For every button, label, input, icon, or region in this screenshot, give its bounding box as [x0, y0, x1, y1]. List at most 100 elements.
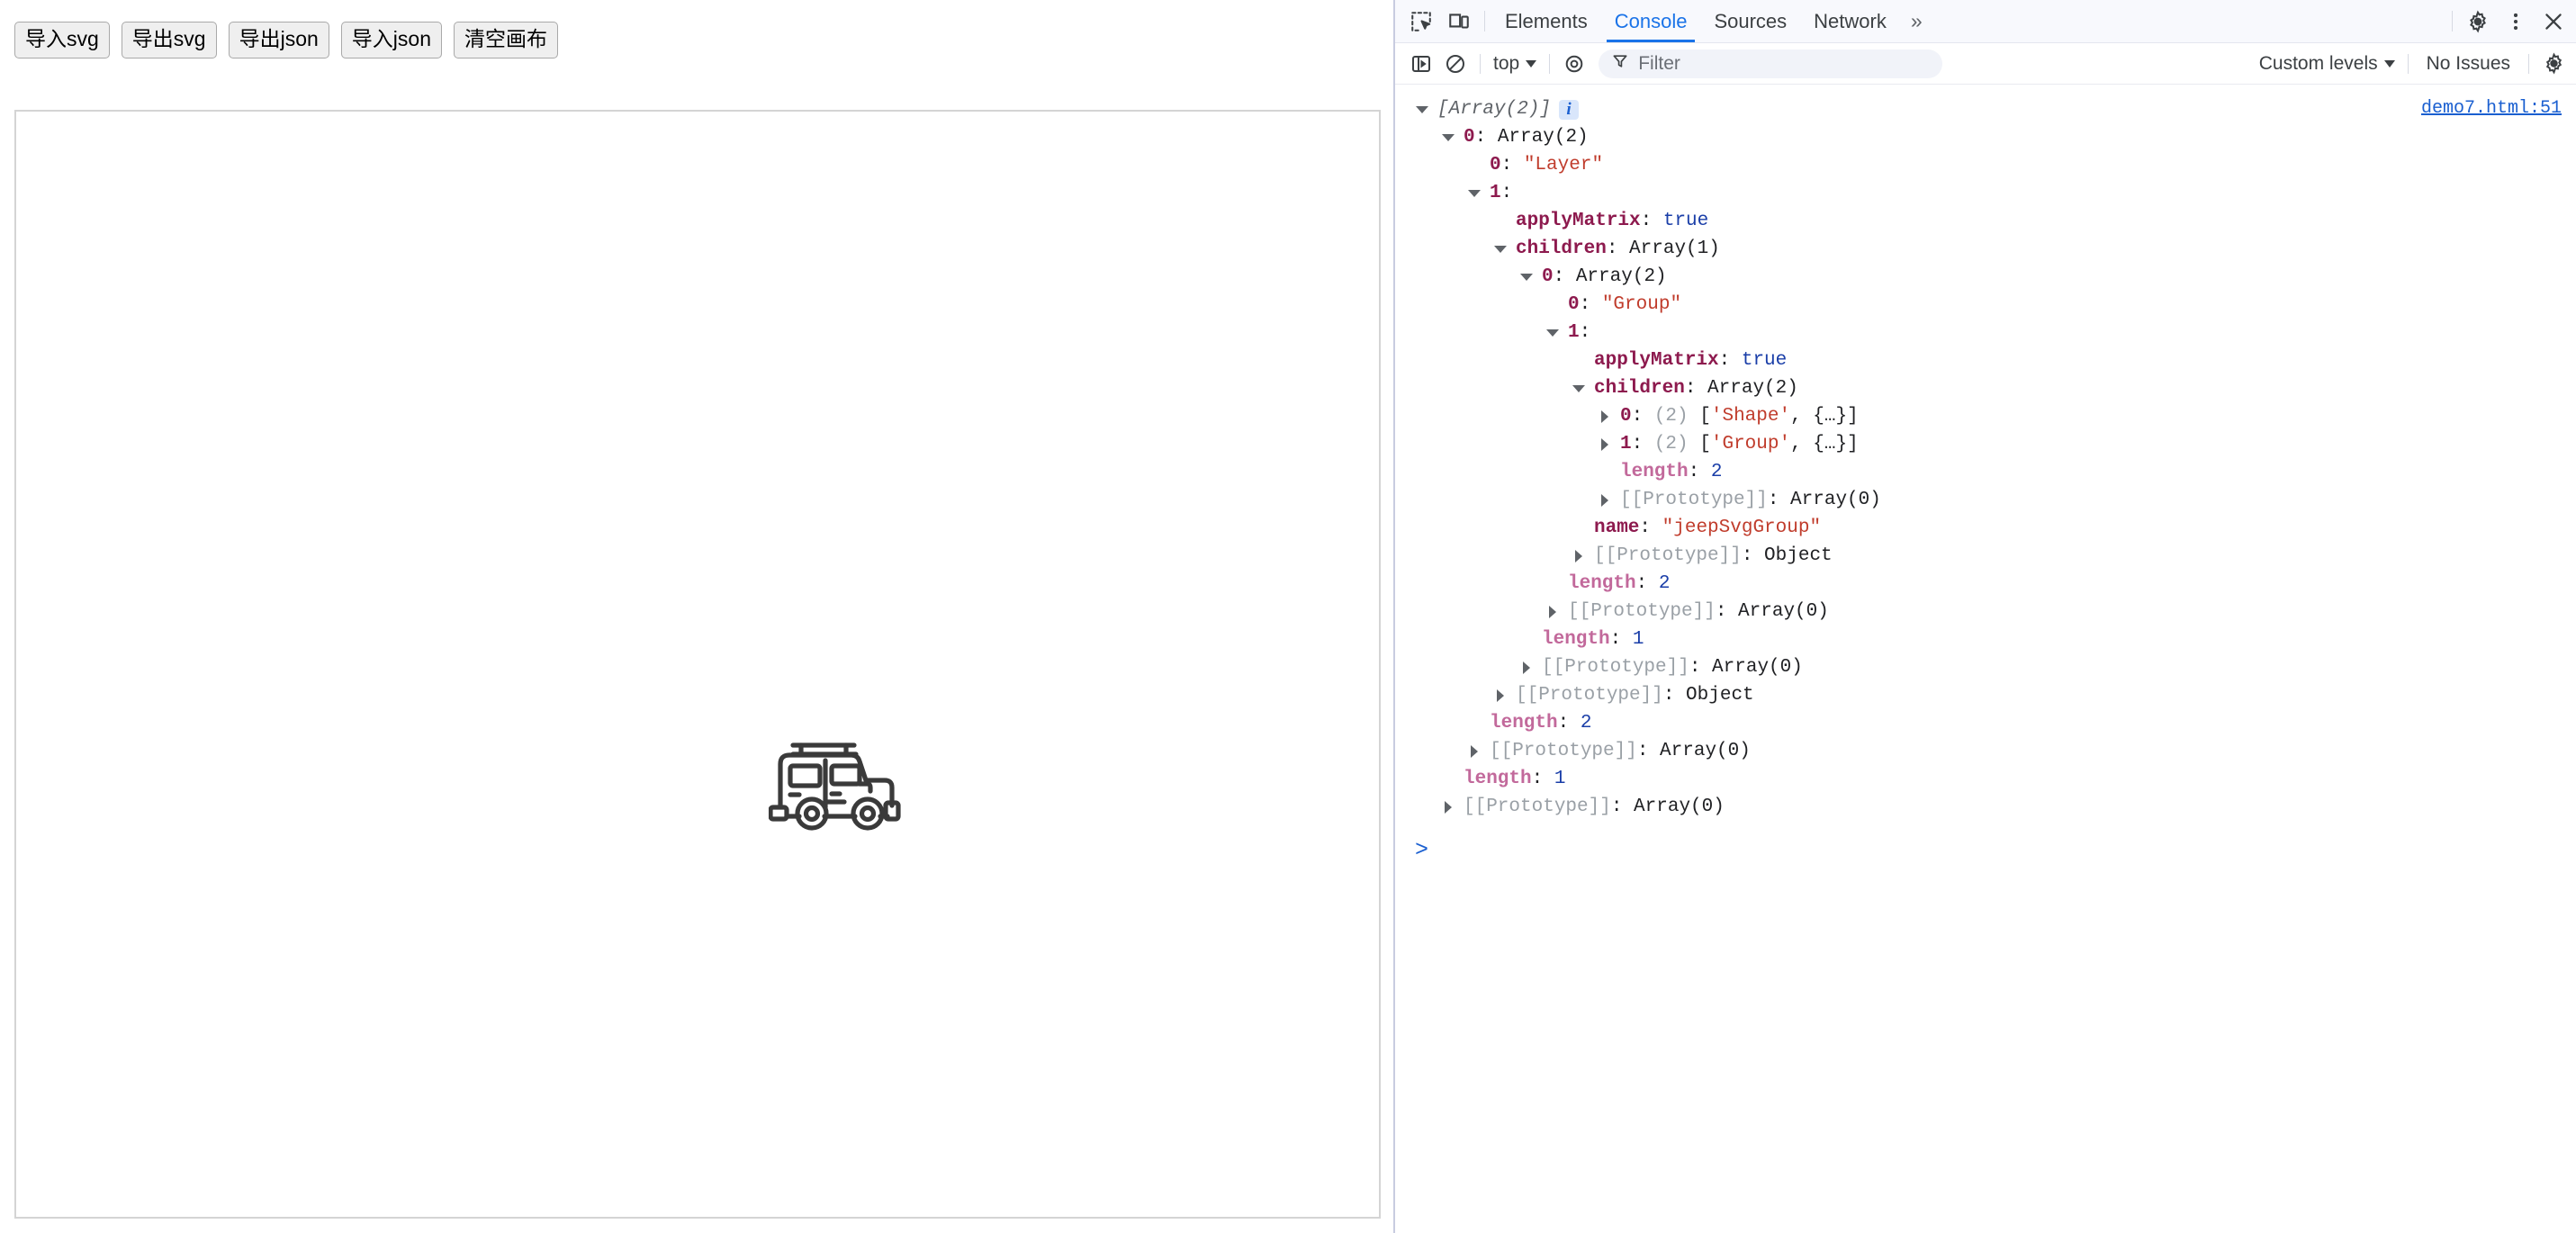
drawing-canvas[interactable] — [14, 110, 1381, 1219]
tab-console[interactable]: Console — [1601, 0, 1701, 42]
execution-context-selector[interactable]: top — [1488, 53, 1542, 75]
triangle-right-icon[interactable] — [1493, 681, 1509, 709]
console-tree-row[interactable]: 1: (2) ['Group', {…}] — [1395, 430, 2576, 458]
triangle-down-icon[interactable] — [1519, 263, 1535, 291]
tab-elements[interactable]: Elements — [1491, 0, 1601, 42]
tab-network[interactable]: Network — [1800, 0, 1900, 42]
triangle-right-icon[interactable] — [1598, 430, 1613, 458]
triangle-right-icon[interactable] — [1519, 653, 1535, 681]
token-plain: Array(0) — [1634, 796, 1725, 817]
token-proto: [[Prototype]] — [1620, 490, 1768, 510]
console-tree-row[interactable]: [[Prototype]]: Array(0) — [1395, 793, 2576, 821]
token-plain: , {…}] — [1790, 406, 1859, 427]
issues-status[interactable]: No Issues — [2416, 53, 2521, 75]
filter-input[interactable]: Filter — [1599, 49, 1943, 78]
token-num: 2 — [1580, 713, 1592, 734]
token-key: children — [1516, 238, 1607, 259]
console-tree-row[interactable]: name: "jeepSvgGroup" — [1395, 514, 2576, 542]
token-preview: [Array(2)] — [1437, 99, 1552, 120]
source-link[interactable]: demo7.html:51 — [2421, 98, 2562, 119]
console-tree-row[interactable]: length: 2 — [1395, 570, 2576, 598]
jeep-svg-icon[interactable] — [769, 737, 902, 831]
triangle-right-icon[interactable] — [1467, 737, 1482, 765]
import-svg-button[interactable]: 导入svg — [14, 22, 110, 59]
import-json-button[interactable]: 导入json — [340, 22, 442, 59]
clear-console-icon[interactable] — [1438, 49, 1473, 79]
token-idx: 0 — [1568, 294, 1580, 315]
export-svg-button[interactable]: 导出svg — [121, 22, 217, 59]
token-plain: : — [1688, 462, 1711, 482]
token-plain: : — [1684, 378, 1708, 399]
console-tree-row[interactable]: 0: Array(2) — [1395, 263, 2576, 291]
console-tree-row[interactable]: applyMatrix: true — [1395, 346, 2576, 374]
token-proto: [[Prototype]] — [1594, 545, 1742, 566]
filter-placeholder: Filter — [1638, 52, 1680, 74]
console-tree-row[interactable]: 1: — [1395, 319, 2576, 346]
triangle-down-icon[interactable] — [1493, 235, 1509, 263]
console-tree-row[interactable]: length: 1 — [1395, 765, 2576, 793]
console-tree-row[interactable]: [Array(2)] i — [1395, 95, 2576, 123]
console-tree-row[interactable]: applyMatrix: true — [1395, 207, 2576, 235]
toolbar-divider-right — [2452, 11, 2453, 32]
console-tree-row[interactable]: 0: "Group" — [1395, 291, 2576, 319]
console-sidebar-toggle-icon[interactable] — [1404, 49, 1438, 79]
info-badge-icon[interactable]: i — [1559, 99, 1580, 120]
console-tree-row[interactable]: [[Prototype]]: Object — [1395, 681, 2576, 709]
more-tabs-button[interactable]: » — [1900, 0, 1933, 42]
token-idx: 1 — [1620, 434, 1632, 454]
triangle-right-icon[interactable] — [1598, 402, 1613, 430]
clear-canvas-button[interactable]: 清空画布 — [454, 22, 558, 59]
console-tree-row[interactable]: children: Array(1) — [1395, 235, 2576, 263]
inspect-element-icon[interactable] — [1402, 0, 1440, 42]
triangle-down-icon[interactable] — [1467, 179, 1482, 207]
console-settings-gear-icon[interactable] — [2536, 49, 2571, 79]
token-key: applyMatrix — [1516, 211, 1641, 231]
console-prompt[interactable]: > — [1395, 832, 2576, 868]
token-dim: (2) — [1653, 406, 1700, 427]
console-tree-row[interactable]: length: 1 — [1395, 626, 2576, 653]
tab-sources[interactable]: Sources — [1700, 0, 1800, 42]
token-plain: [ — [1699, 434, 1711, 454]
live-expression-icon[interactable] — [1557, 49, 1591, 79]
device-toolbar-icon[interactable] — [1440, 0, 1478, 42]
console-tree-row[interactable]: length: 2 — [1395, 709, 2576, 737]
console-tree-row[interactable]: [[Prototype]]: Object — [1395, 542, 2576, 570]
console-tree-row[interactable]: children: Array(2) — [1395, 374, 2576, 402]
triangle-down-icon[interactable] — [1545, 319, 1561, 346]
kebab-menu-icon[interactable] — [2497, 0, 2535, 42]
browser-window: 导入svg 导出svg 导出json 导入json 清空画布 Elements … — [0, 0, 2576, 1233]
triangle-down-icon[interactable] — [1415, 95, 1430, 123]
log-levels-label: Custom levels — [2258, 52, 2378, 74]
triangle-right-icon[interactable] — [1572, 542, 1587, 570]
token-keydim: length — [1620, 462, 1689, 482]
console-tree-row[interactable]: 0: (2) ['Shape', {…}] — [1395, 402, 2576, 430]
token-plain: : — [1767, 490, 1791, 510]
token-plain: : — [1553, 266, 1576, 287]
console-tree-row[interactable]: 0: "Layer" — [1395, 151, 2576, 179]
console-tree-row[interactable]: length: 2 — [1395, 458, 2576, 486]
triangle-down-icon[interactable] — [1572, 374, 1587, 402]
console-tree-row[interactable]: [[Prototype]]: Array(0) — [1395, 598, 2576, 626]
token-plain: [ — [1699, 406, 1711, 427]
gear-icon[interactable] — [2459, 0, 2497, 42]
console-tree-row[interactable]: 1: — [1395, 179, 2576, 207]
console-tree-row[interactable]: 0: Array(2) — [1395, 123, 2576, 151]
export-json-button[interactable]: 导出json — [228, 22, 329, 59]
close-icon[interactable] — [2535, 0, 2572, 42]
console-tree-row[interactable]: [[Prototype]]: Array(0) — [1395, 737, 2576, 765]
triangle-right-icon[interactable] — [1545, 598, 1561, 626]
triangle-right-icon[interactable] — [1441, 793, 1456, 821]
log-levels-selector[interactable]: Custom levels — [2254, 53, 2400, 75]
token-dim: (2) — [1653, 434, 1700, 454]
triangle-down-icon[interactable] — [1441, 123, 1456, 151]
triangle-right-icon[interactable] — [1598, 486, 1613, 514]
console-tree-row[interactable]: [[Prototype]]: Array(0) — [1395, 653, 2576, 681]
console-tree-row[interactable]: [[Prototype]]: Array(0) — [1395, 486, 2576, 514]
token-plain: Array(2) — [1497, 127, 1589, 148]
console-output[interactable]: demo7.html:51 [Array(2)] i 0: Array(2) 0: "… — [1395, 85, 2576, 1233]
